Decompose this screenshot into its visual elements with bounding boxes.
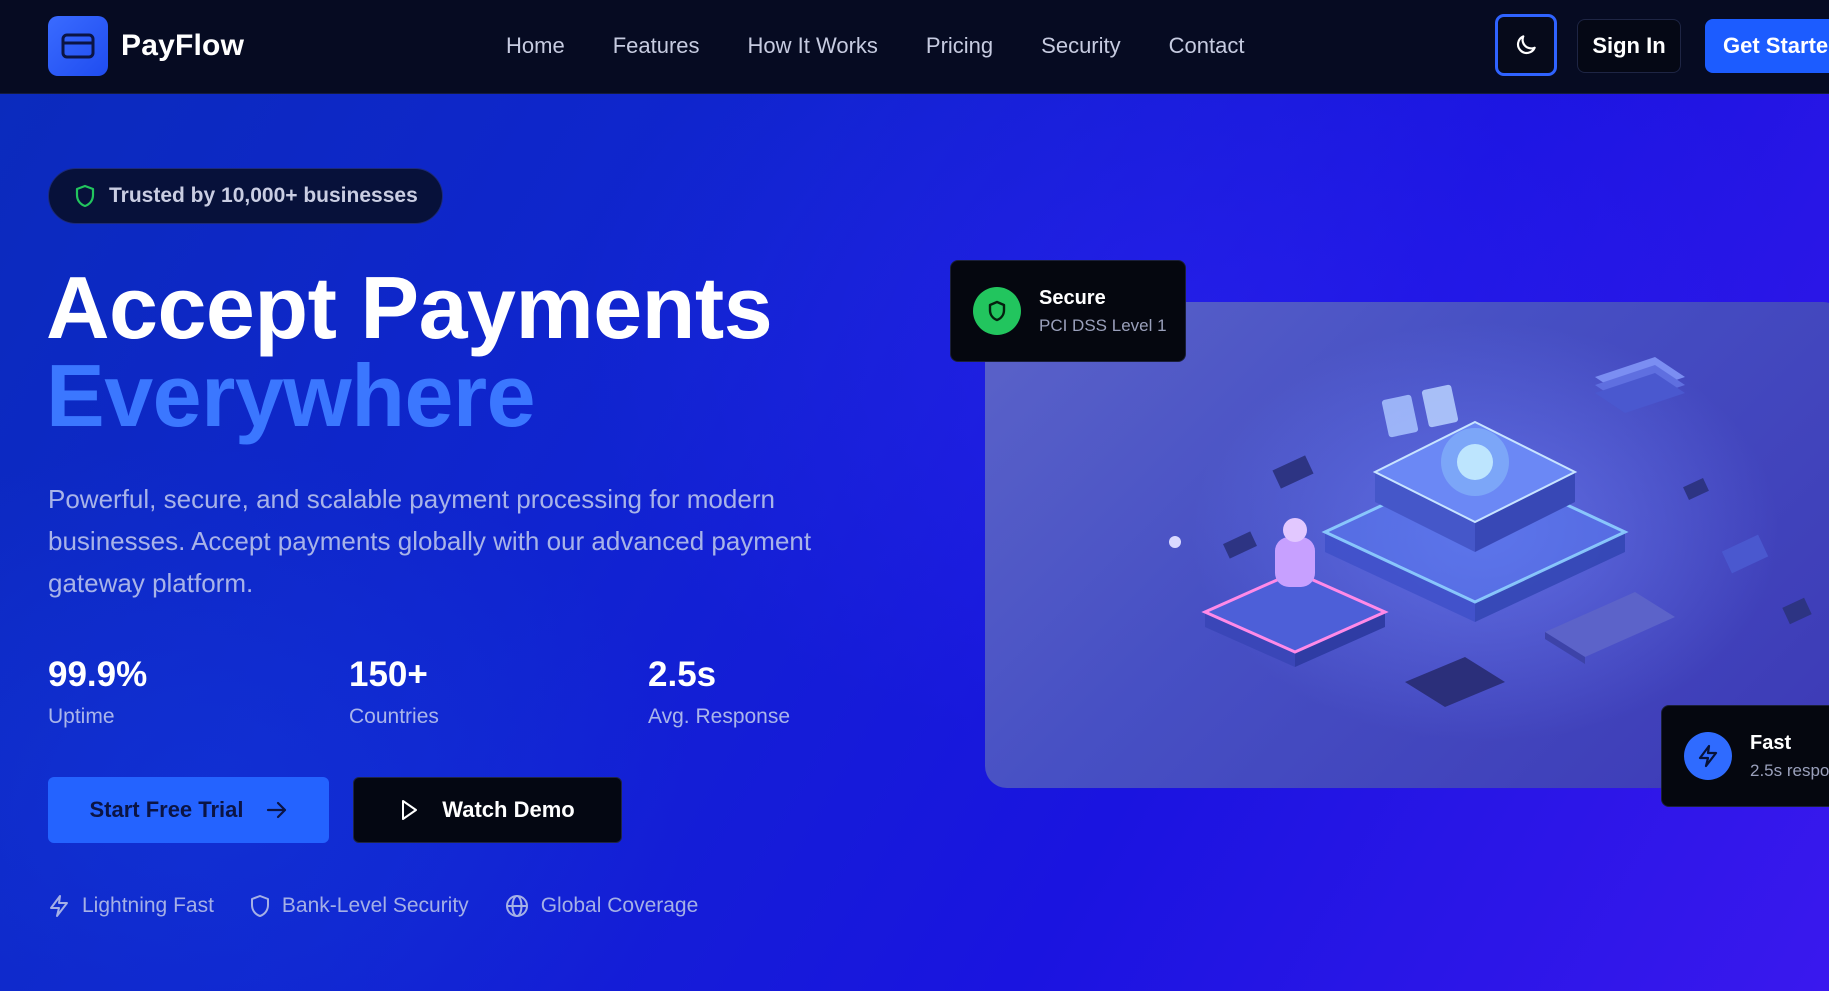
fast-card-subtitle: 2.5s response <box>1750 760 1829 780</box>
secure-card-text: Secure PCI DSS Level 1 <box>1039 287 1167 336</box>
theme-toggle-button[interactable] <box>1495 14 1557 76</box>
trust-badge-text: Trusted by 10,000+ businesses <box>109 184 418 207</box>
start-free-trial-button[interactable]: Start Free Trial <box>48 777 329 843</box>
hero-title-line2: Everywhere <box>46 346 536 445</box>
fast-info-card: Fast 2.5s response <box>1661 705 1829 807</box>
stat-label: Uptime <box>48 705 115 728</box>
shield-icon <box>250 895 269 917</box>
shield-icon <box>75 184 95 208</box>
secure-info-card: Secure PCI DSS Level 1 <box>950 260 1186 362</box>
secure-card-title: Secure <box>1039 286 1106 309</box>
hero-section: Trusted by 10,000+ businesses Accept Pay… <box>0 94 1829 991</box>
feature-label: Lightning Fast <box>82 894 214 917</box>
stats-row: 99.9% Uptime 150+ Countries 2.5s Avg. Re… <box>48 655 848 735</box>
nav-links: Home Features How It Works Pricing Secur… <box>506 33 1244 59</box>
moon-icon <box>1516 35 1536 55</box>
top-navbar: PayFlow Home Features How It Works Prici… <box>0 0 1829 94</box>
brand-name: PayFlow <box>121 29 245 62</box>
nav-link-contact[interactable]: Contact <box>1169 33 1245 59</box>
stat-avg-response: 2.5s Avg. Response <box>648 655 790 729</box>
feature-label: Bank-Level Security <box>281 894 469 917</box>
globe-icon <box>505 895 528 917</box>
secure-card-subtitle: PCI DSS Level 1 <box>1039 315 1167 335</box>
nav-link-home[interactable]: Home <box>506 33 565 59</box>
lightning-icon <box>1684 732 1732 780</box>
arrow-right-icon <box>266 801 286 819</box>
get-started-button[interactable]: Get Started <box>1705 19 1829 73</box>
shield-icon <box>973 287 1021 335</box>
hero-subtitle: Powerful, secure, and scalable payment p… <box>48 484 812 598</box>
feature-item: Global Coverage <box>505 894 699 918</box>
feature-label: Global Coverage <box>540 894 699 917</box>
lightning-icon <box>50 895 68 917</box>
nav-link-features[interactable]: Features <box>613 33 700 59</box>
feature-list: Lightning Fast Bank-Level Security Globa… <box>48 894 698 918</box>
stat-label: Countries <box>349 705 439 728</box>
nav-link-pricing[interactable]: Pricing <box>926 33 993 59</box>
fast-card-text: Fast 2.5s response <box>1750 732 1829 781</box>
fast-card-title: Fast <box>1750 731 1792 754</box>
play-icon <box>402 800 418 820</box>
credit-card-icon <box>48 16 108 76</box>
hero-title-line1: Accept Payments <box>46 258 773 357</box>
start-free-trial-label: Start Free Trial <box>89 797 244 822</box>
sign-in-button[interactable]: Sign In <box>1577 19 1681 73</box>
stat-label: Avg. Response <box>648 705 791 728</box>
stat-value: 150+ <box>349 655 428 694</box>
stat-uptime: 99.9% Uptime <box>48 655 147 729</box>
feature-item: Bank-Level Security <box>250 894 469 918</box>
page: PayFlow Home Features How It Works Prici… <box>0 0 1829 991</box>
stat-countries: 150+ Countries <box>349 655 439 729</box>
watch-demo-label: Watch Demo <box>442 797 575 822</box>
nav-link-security[interactable]: Security <box>1041 33 1120 59</box>
watch-demo-button[interactable]: Watch Demo <box>353 777 622 843</box>
nav-link-how-it-works[interactable]: How It Works <box>748 33 878 59</box>
stat-value: 99.9% <box>48 655 148 694</box>
brand[interactable]: PayFlow <box>48 16 244 76</box>
stat-value: 2.5s <box>648 655 717 694</box>
feature-item: Lightning Fast <box>48 894 214 918</box>
trust-badge: Trusted by 10,000+ businesses <box>48 168 443 224</box>
